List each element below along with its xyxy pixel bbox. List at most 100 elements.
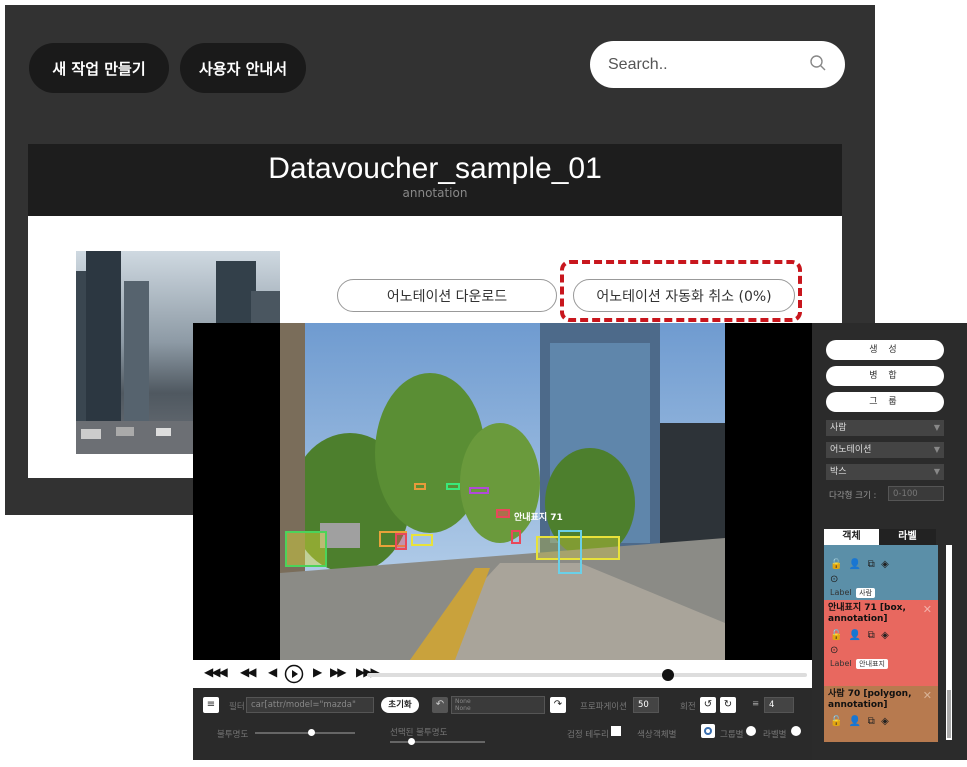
rotate-left-icon[interactable]: ↺ bbox=[700, 697, 716, 713]
play-icon[interactable] bbox=[284, 664, 304, 688]
opacity-slider-thumb[interactable] bbox=[308, 729, 315, 736]
target-icon[interactable]: ⊙ bbox=[824, 643, 938, 658]
outline-checkbox[interactable] bbox=[611, 726, 621, 736]
object-list-scroll-thumb[interactable] bbox=[947, 690, 951, 738]
object-card-person-70[interactable]: 사람 70 [polygon, annotation] ✕ 🔓 👤 ⧉ ◈ bbox=[824, 686, 938, 742]
forward-button[interactable]: ▶▶ bbox=[330, 665, 347, 679]
merge-button[interactable]: 병 합 bbox=[826, 366, 944, 386]
bbox-sign-71[interactable] bbox=[496, 509, 510, 518]
label-sign-71: 안내표지 71 bbox=[514, 513, 563, 523]
shape-select-value: 박스 bbox=[830, 467, 847, 477]
step-input[interactable]: 4 bbox=[764, 697, 794, 713]
object-card-sign-71[interactable]: 안내표지 71 [box, annotation] ✕ 🔓 👤 ⧉ ◈ ⊙ La… bbox=[824, 600, 938, 686]
color-label-radio[interactable] bbox=[791, 726, 801, 736]
card-actions: 🔓 👤 ⧉ ◈ bbox=[824, 714, 938, 729]
opacity-label: 불투명도 bbox=[217, 730, 249, 740]
create-button[interactable]: 생 성 bbox=[826, 340, 944, 360]
bbox-person-2[interactable] bbox=[558, 530, 582, 574]
annotation-download-button[interactable]: 어노테이션 다운로드 bbox=[337, 279, 557, 312]
card-title: 사람 70 [polygon, annotation] bbox=[828, 689, 912, 710]
mode-select[interactable]: 어노테이션 ▼ bbox=[826, 442, 944, 458]
polygon-size-label: 다각형 크기 : bbox=[829, 491, 877, 501]
bbox-sign-2[interactable] bbox=[446, 483, 460, 490]
color-group-radio[interactable] bbox=[746, 726, 756, 736]
card-label-text: Label bbox=[830, 659, 852, 668]
color-instance-radio[interactable] bbox=[701, 724, 715, 738]
bbox-person-3[interactable] bbox=[511, 530, 521, 544]
user-guide-button[interactable]: 사용자 안내서 bbox=[180, 43, 306, 93]
project-subtitle: annotation bbox=[402, 186, 468, 200]
card-label-chip[interactable]: 사람 bbox=[856, 588, 876, 598]
undo-icon[interactable]: ↶ bbox=[432, 697, 448, 713]
color-group-label: 그룹별 bbox=[720, 730, 744, 740]
redo-icon[interactable]: ↷ bbox=[550, 697, 566, 713]
polygon-size-input[interactable]: 0-100 bbox=[888, 486, 944, 501]
rewind-button[interactable]: ◀◀ bbox=[240, 665, 257, 679]
layers-icon[interactable]: ◈ bbox=[881, 630, 889, 641]
bbox-car-2[interactable] bbox=[411, 534, 433, 546]
tab-objects[interactable]: 객체 bbox=[824, 529, 879, 545]
street-frame[interactable]: 안내표지 71 bbox=[280, 323, 725, 660]
search-input[interactable] bbox=[608, 55, 798, 74]
highlight-dashed-box bbox=[560, 260, 802, 322]
shape-select[interactable]: 박스 ▼ bbox=[826, 464, 944, 480]
label-select[interactable]: 사람 ▼ bbox=[826, 420, 944, 436]
filter-input[interactable]: car[attr/model="mazda" bbox=[246, 697, 374, 713]
timeline-track[interactable] bbox=[367, 673, 807, 677]
bbox-person-1[interactable] bbox=[395, 533, 407, 550]
reset-button[interactable]: 초기화 bbox=[381, 697, 419, 713]
tab-labels[interactable]: 라벨 bbox=[879, 529, 936, 545]
layers-icon[interactable]: ◈ bbox=[881, 716, 889, 727]
card-actions: 🔓 👤 ⧉ ◈ bbox=[824, 628, 938, 643]
group-button[interactable]: 그 룹 bbox=[826, 392, 944, 412]
propagation-input[interactable]: 50 bbox=[633, 697, 659, 713]
target-icon[interactable]: ⊙ bbox=[824, 572, 938, 587]
menu-icon[interactable]: ≡ bbox=[203, 697, 219, 713]
chevron-down-icon: ▼ bbox=[933, 423, 940, 432]
timeline-knob[interactable] bbox=[662, 669, 674, 681]
person-icon[interactable]: 👤 bbox=[849, 630, 861, 641]
filter-label: 필터 bbox=[229, 702, 245, 712]
close-icon[interactable]: ✕ bbox=[923, 689, 932, 702]
selected-opacity-slider-thumb[interactable] bbox=[408, 738, 415, 745]
bbox-sign-1[interactable] bbox=[414, 483, 426, 490]
rotate-right-icon[interactable]: ↻ bbox=[720, 697, 736, 713]
card-label-text: Label bbox=[830, 588, 852, 597]
history-none-2: None bbox=[455, 705, 471, 712]
color-label-option: 라벨별 bbox=[763, 730, 787, 740]
lock-icon[interactable]: 🔓 bbox=[830, 559, 842, 570]
step-icon: ≡ bbox=[752, 699, 760, 709]
card-title: 안내표지 71 [box, annotation] bbox=[828, 603, 906, 624]
card-label-row: Label 사람 bbox=[824, 587, 938, 599]
card-actions: 🔓 👤 ⧉ ◈ bbox=[824, 545, 938, 572]
label-select-value: 사람 bbox=[830, 423, 847, 433]
propagation-label: 프로파게이션 bbox=[580, 702, 627, 712]
color-instance-label: 객체별 bbox=[653, 730, 677, 740]
layers-icon[interactable]: ◈ bbox=[881, 559, 889, 570]
chevron-down-icon: ▼ bbox=[933, 467, 940, 476]
copy-icon[interactable]: ⧉ bbox=[868, 559, 875, 570]
chevron-down-icon: ▼ bbox=[933, 445, 940, 454]
outline-label: 검정 테두리 bbox=[567, 730, 609, 740]
rewind-fast-button[interactable]: ◀◀◀ bbox=[204, 665, 228, 679]
close-icon[interactable]: ✕ bbox=[923, 603, 932, 616]
search-box[interactable] bbox=[590, 41, 845, 88]
bbox-sign-3[interactable] bbox=[469, 487, 489, 494]
selected-opacity-slider[interactable] bbox=[390, 741, 485, 743]
copy-icon[interactable]: ⧉ bbox=[868, 716, 875, 727]
card-label-chip[interactable]: 안내표지 bbox=[856, 659, 888, 669]
project-title: Datavoucher_sample_01 bbox=[268, 152, 602, 185]
lock-icon[interactable]: 🔓 bbox=[830, 630, 842, 641]
bbox-car-left[interactable] bbox=[285, 531, 327, 567]
step-back-button[interactable]: ◀ bbox=[268, 665, 277, 679]
step-forward-button[interactable]: ▶ bbox=[313, 665, 322, 679]
new-task-button[interactable]: 새 작업 만들기 bbox=[29, 43, 169, 93]
lock-icon[interactable]: 🔓 bbox=[830, 716, 842, 727]
mode-select-value: 어노테이션 bbox=[830, 445, 872, 455]
search-icon[interactable] bbox=[809, 54, 827, 76]
opacity-slider[interactable] bbox=[255, 732, 355, 734]
person-icon[interactable]: 👤 bbox=[849, 716, 861, 727]
copy-icon[interactable]: ⧉ bbox=[868, 630, 875, 641]
color-label: 색상 bbox=[637, 730, 653, 740]
person-icon[interactable]: 👤 bbox=[849, 559, 861, 570]
